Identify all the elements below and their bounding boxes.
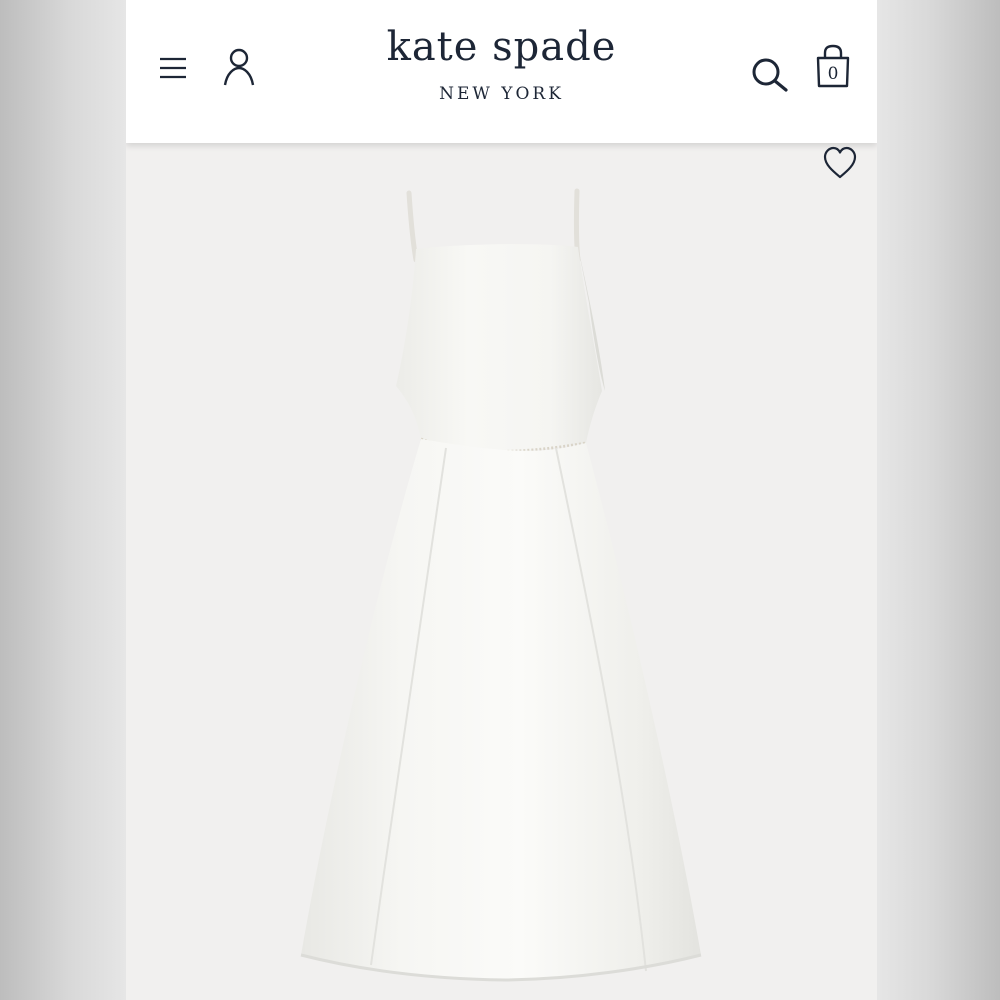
product-photo-dress <box>300 188 702 982</box>
product-page: kate spade NEW YORK 0 <box>126 0 877 1000</box>
site-header: kate spade NEW YORK 0 <box>126 0 877 143</box>
blurred-right-margin <box>877 0 1000 1000</box>
blurred-left-margin <box>0 0 126 1000</box>
cart-count-badge[interactable]: 0 <box>814 64 852 84</box>
search-icon[interactable] <box>750 56 790 92</box>
heart-outline-icon[interactable] <box>822 146 858 180</box>
